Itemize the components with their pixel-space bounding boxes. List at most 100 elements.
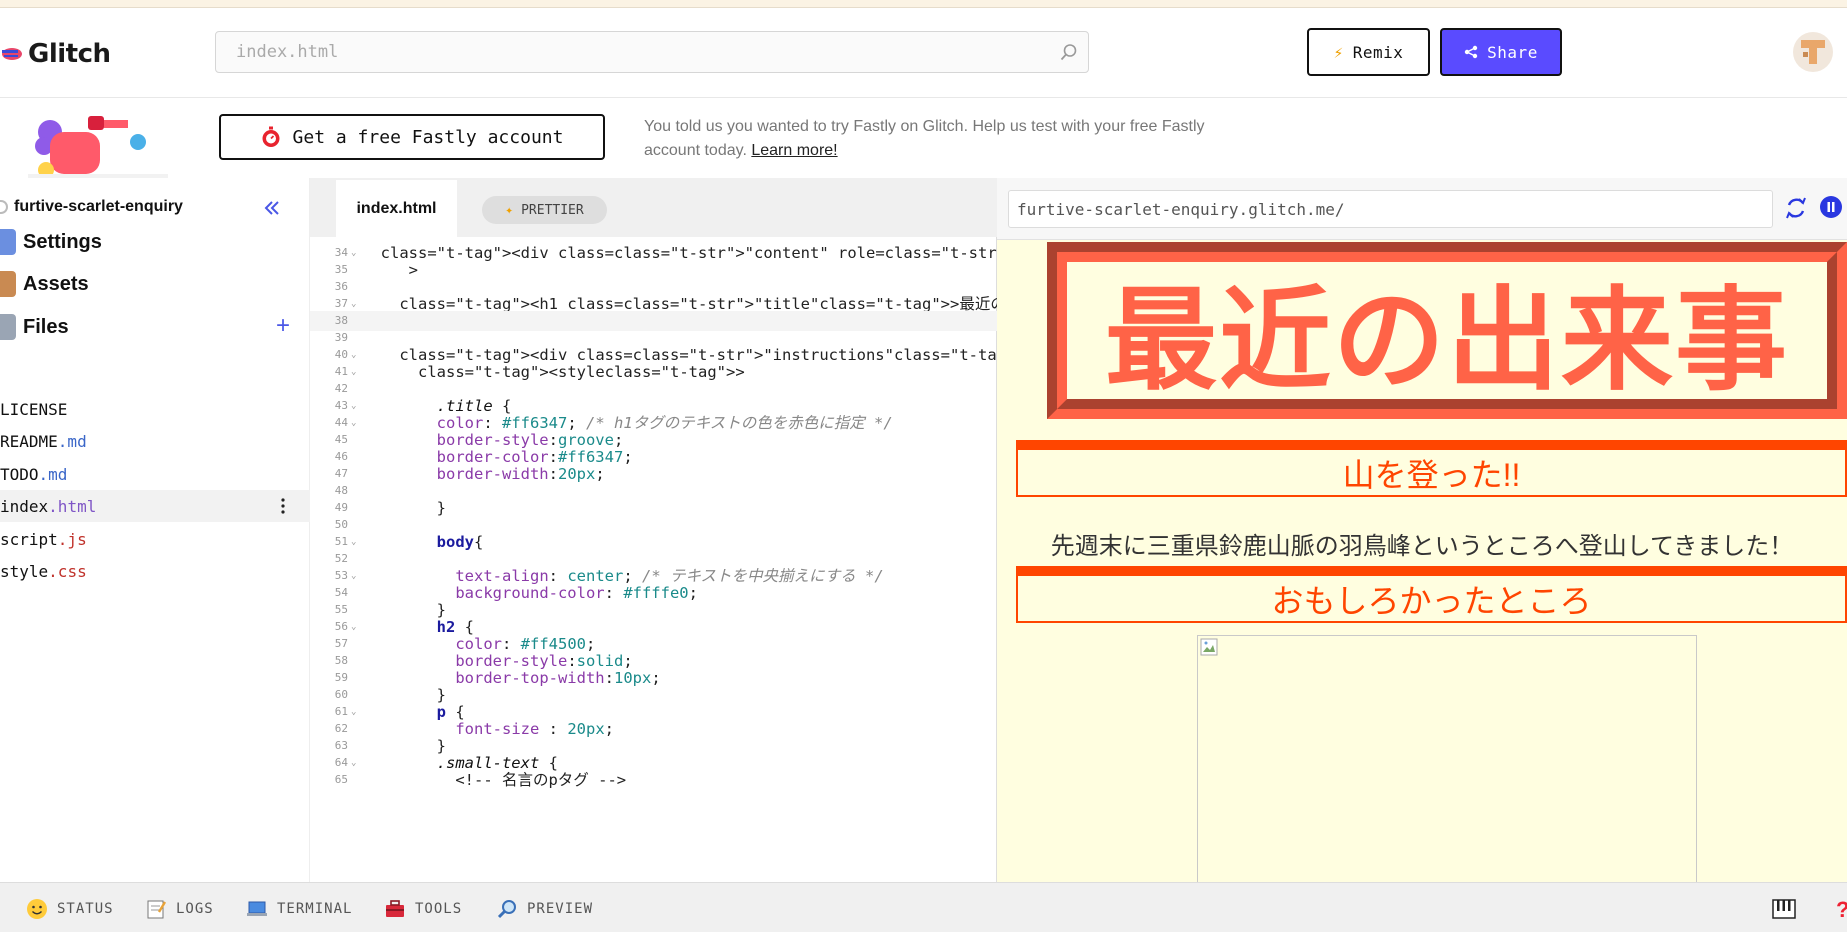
file-name: style xyxy=(0,561,49,581)
header: Glitch ⚡ Remix Share xyxy=(0,8,1847,98)
line-number: 65 xyxy=(334,773,348,786)
glitch-logo[interactable]: Glitch xyxy=(0,37,111,71)
share-icon xyxy=(1464,45,1478,59)
logs-button[interactable]: LOGS xyxy=(145,897,214,921)
remix-button[interactable]: ⚡ Remix xyxy=(1307,28,1430,76)
file-name: TODO xyxy=(0,464,39,484)
assets-label: Assets xyxy=(23,272,89,295)
footer-toolbar: STATUS LOGS TERMINAL TOOLS PREVIEW xyxy=(0,882,1847,932)
file-ext: .js xyxy=(57,529,87,549)
pause-glyph xyxy=(1827,202,1835,212)
share-label: Share xyxy=(1487,42,1538,62)
file-todo[interactable]: TODO .md xyxy=(0,458,310,490)
file-ext: .html xyxy=(48,496,97,516)
laptop-icon xyxy=(247,901,267,916)
file-license[interactable]: LICENSE xyxy=(0,393,310,425)
broken-image-icon xyxy=(1200,638,1218,656)
banner-message: You told us you wanted to try Fastly on … xyxy=(644,115,1244,163)
heading-climbed: 山を登った!! xyxy=(1016,440,1847,497)
status-button[interactable]: STATUS xyxy=(26,897,114,921)
avatar[interactable] xyxy=(1793,32,1833,72)
status-label: STATUS xyxy=(57,901,114,917)
terminal-label: TERMINAL xyxy=(277,901,353,917)
heading-text: 山を登った!! xyxy=(1342,456,1521,493)
prettier-label: PRETTIER xyxy=(521,202,584,218)
add-file-icon[interactable]: + xyxy=(272,314,294,338)
search-icon[interactable] xyxy=(1060,43,1078,61)
file-script-js[interactable]: script .js xyxy=(0,523,310,555)
tab-index-html[interactable]: index.html xyxy=(336,180,457,237)
preview-label: PREVIEW xyxy=(527,901,594,917)
search-input[interactable] xyxy=(236,42,1068,62)
file-name: README xyxy=(0,431,58,451)
logs-label: LOGS xyxy=(176,901,214,917)
settings-label: Settings xyxy=(23,230,102,253)
preview-pane: furtive-scarlet-enquiry.glitch.me/ 最近の出来… xyxy=(997,178,1847,882)
banner-illustration xyxy=(28,116,168,178)
tools-button[interactable]: TOOLS xyxy=(384,897,462,921)
remix-label: Remix xyxy=(1352,42,1404,62)
collapse-sidebar-icon[interactable] xyxy=(262,198,282,218)
files-icon xyxy=(0,314,16,340)
code-editor: index.html ✦ PRETTIER 34 ⌄ class="t-tag">… xyxy=(310,178,997,882)
broken-image xyxy=(1197,635,1697,882)
file-index-html[interactable]: index .html xyxy=(0,490,310,522)
terminal-button[interactable]: TERMINAL xyxy=(246,897,352,921)
code-line[interactable]: 65 <!-- 名言のpタグ --> xyxy=(310,770,997,790)
project-name-row[interactable]: furtive-scarlet-enquiry xyxy=(0,192,310,222)
avatar-icon xyxy=(1801,40,1825,64)
sidebar-item-files[interactable]: Files + xyxy=(0,309,310,345)
heading-text: おもしろかったところ xyxy=(1271,582,1592,619)
project-icon xyxy=(0,200,8,214)
file-options-icon[interactable] xyxy=(276,496,290,516)
fastly-account-button[interactable]: Get a free Fastly account xyxy=(219,114,605,160)
code-area[interactable]: 34 ⌄ class="t-tag"><div class=class="t-st… xyxy=(310,237,997,882)
preview-url-input[interactable]: furtive-scarlet-enquiry.glitch.me/ xyxy=(1008,190,1773,228)
file-style-css[interactable]: style .css xyxy=(0,555,310,587)
toolbox-icon xyxy=(386,900,404,917)
piano-icon[interactable] xyxy=(1772,899,1796,919)
file-ext: .md xyxy=(38,464,68,484)
glitch-fish-icon xyxy=(2,48,22,60)
paragraph-text: 先週末に三重県鈴鹿山脈の羽鳥峰というところへ登山してきました！ xyxy=(1050,533,1794,560)
file-name: LICENSE xyxy=(0,399,68,419)
paragraph: 先週末に三重県鈴鹿山脈の羽鳥峰というところへ登山してきました！ xyxy=(997,526,1847,561)
learn-more-link[interactable]: Learn more! xyxy=(751,142,837,159)
file-name: index xyxy=(0,496,49,516)
search-box[interactable] xyxy=(215,31,1089,73)
fastly-button-label: Get a free Fastly account xyxy=(292,126,564,148)
reload-icon[interactable] xyxy=(1784,195,1808,221)
settings-icon xyxy=(0,229,16,255)
sidebar-item-assets[interactable]: Assets xyxy=(0,266,310,302)
magnifier-icon xyxy=(497,900,516,919)
tools-label: TOOLS xyxy=(415,901,463,917)
sparkle-icon: ✦ xyxy=(505,202,514,218)
banner-message-text: You told us you wanted to try Fastly on … xyxy=(644,118,1205,159)
tab-label: index.html xyxy=(356,199,437,217)
fastly-banner: Get a free Fastly account You told us yo… xyxy=(0,98,1847,178)
smiley-icon xyxy=(27,899,47,919)
help-icon[interactable]: ? xyxy=(1836,897,1847,922)
file-name: script xyxy=(0,529,58,549)
sidebar-item-settings[interactable]: Settings xyxy=(0,224,310,260)
preview-url-bar: furtive-scarlet-enquiry.glitch.me/ xyxy=(997,178,1847,240)
assets-icon xyxy=(0,271,16,297)
file-readme[interactable]: README .md xyxy=(0,425,310,457)
heading-interesting: おもしろかったところ xyxy=(1016,566,1847,623)
line-source: <!-- 名言のpタグ --> xyxy=(362,771,627,789)
sidebar: furtive-scarlet-enquiry Settings Assets … xyxy=(0,178,310,882)
logo-text: Glitch xyxy=(28,39,111,69)
file-ext: .css xyxy=(48,561,87,581)
editor-tab-bar: index.html ✦ PRETTIER xyxy=(310,178,997,237)
stopwatch-icon xyxy=(262,126,280,147)
site-title: 最近の出来事 xyxy=(1047,242,1847,419)
lightning-icon: ⚡ xyxy=(1333,42,1344,62)
top-strip xyxy=(0,0,1847,8)
notepad-icon xyxy=(147,900,167,919)
preview-url: furtive-scarlet-enquiry.glitch.me/ xyxy=(1017,199,1345,219)
pause-icon[interactable] xyxy=(1820,196,1842,218)
preview-button[interactable]: PREVIEW xyxy=(496,897,593,921)
prettier-button[interactable]: ✦ PRETTIER xyxy=(482,196,607,224)
files-label: Files xyxy=(23,315,69,338)
share-button[interactable]: Share xyxy=(1440,28,1562,76)
